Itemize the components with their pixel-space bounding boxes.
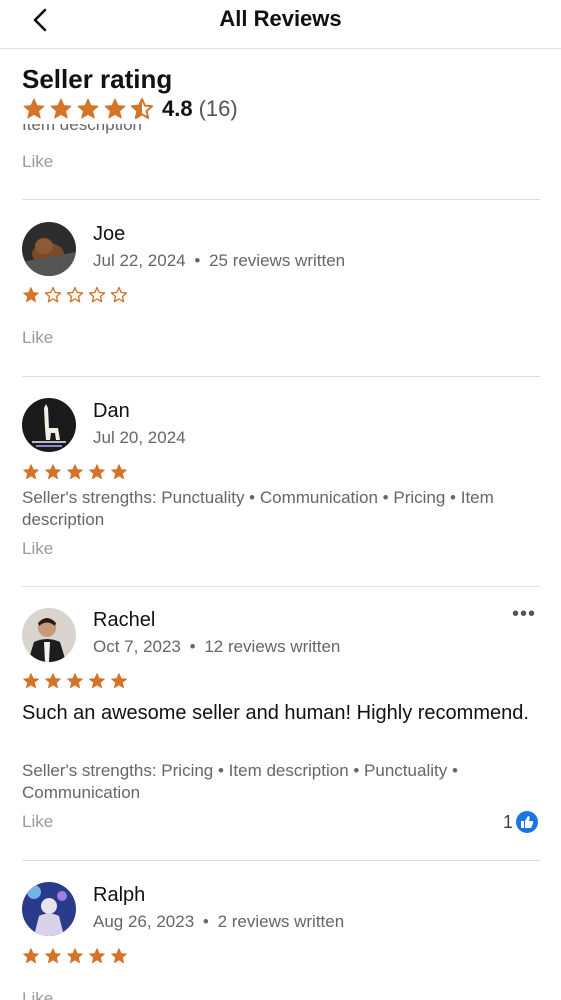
like-button[interactable]: Like: [22, 539, 53, 559]
divider: [22, 199, 540, 200]
seller-rating-stars: [22, 97, 154, 121]
review-date: Jul 20, 2024: [93, 428, 186, 447]
star-filled-icon: [88, 672, 106, 690]
star-filled-icon: [88, 947, 106, 965]
star-filled-icon: [110, 947, 128, 965]
review-stars: [22, 463, 128, 481]
reviewer-name[interactable]: Dan: [93, 400, 130, 423]
reviewer-name[interactable]: Rachel: [93, 609, 155, 632]
star-empty-icon: [88, 286, 106, 304]
divider: [22, 586, 540, 587]
review-comment: Such an awesome seller and human! Highly…: [22, 702, 529, 724]
star-filled-icon: [49, 97, 73, 121]
divider: [22, 860, 540, 861]
review-stars: [22, 672, 128, 690]
like-count[interactable]: 1: [503, 811, 539, 833]
star-filled-icon: [22, 286, 40, 304]
star-filled-icon: [66, 947, 84, 965]
avatar[interactable]: [22, 222, 76, 276]
avatar[interactable]: [22, 608, 76, 662]
star-filled-icon: [66, 672, 84, 690]
review-meta: Jul 20, 2024: [93, 428, 186, 448]
reviews-written: 12 reviews written: [204, 637, 341, 656]
star-filled-icon: [103, 97, 127, 121]
star-filled-icon: [44, 672, 62, 690]
page-title: All Reviews: [219, 6, 342, 31]
star-empty-icon: [66, 286, 84, 304]
star-empty-icon: [110, 286, 128, 304]
top-bar: All Reviews: [0, 0, 561, 49]
like-button[interactable]: Like: [22, 328, 53, 348]
seller-rating-count: (16): [198, 96, 238, 121]
review-stars: [22, 286, 128, 304]
like-count-value: 1: [503, 811, 514, 832]
review-date: Oct 7, 2023: [93, 637, 181, 656]
review-meta: Jul 22, 2024 • 25 reviews written: [93, 251, 345, 271]
seller-rating-row: 4.8 (16): [22, 96, 542, 122]
star-filled-icon: [66, 463, 84, 481]
review-stars: [22, 947, 128, 965]
separator-dot: •: [202, 912, 209, 931]
thumbs-up-icon: [516, 811, 539, 833]
review-strengths-partial: Item description: [22, 124, 142, 134]
review-date: Jul 22, 2024: [93, 251, 186, 270]
avatar[interactable]: [22, 882, 76, 936]
star-filled-icon: [22, 947, 40, 965]
star-half-icon: [130, 97, 154, 121]
seller-rating-title: Seller rating: [22, 64, 173, 94]
avatar[interactable]: [22, 398, 76, 452]
more-options-icon[interactable]: •••: [512, 603, 536, 626]
like-button[interactable]: Like: [22, 812, 53, 832]
star-filled-icon: [44, 463, 62, 481]
separator-dot: •: [194, 251, 201, 270]
seller-rating-summary: Seller rating 4.8 (16): [22, 62, 542, 122]
star-filled-icon: [110, 672, 128, 690]
star-filled-icon: [110, 463, 128, 481]
star-filled-icon: [44, 947, 62, 965]
divider: [22, 376, 540, 377]
star-filled-icon: [22, 463, 40, 481]
star-filled-icon: [76, 97, 100, 121]
review-strengths: Seller's strengths: Pricing • Item descr…: [22, 761, 458, 802]
seller-rating-value: 4.8: [162, 96, 193, 121]
separator-dot: •: [189, 637, 196, 656]
like-button[interactable]: Like: [22, 152, 53, 172]
review-date: Aug 26, 2023: [93, 912, 195, 931]
review-strengths: Seller's strengths: Punctuality • Commun…: [22, 488, 494, 529]
review-meta: Aug 26, 2023 • 2 reviews written: [93, 912, 344, 932]
star-filled-icon: [22, 97, 46, 121]
reviewer-name[interactable]: Joe: [93, 223, 125, 246]
reviewer-name[interactable]: Ralph: [93, 884, 145, 907]
like-button[interactable]: Like: [22, 989, 53, 1000]
reviews-written: 25 reviews written: [209, 251, 346, 270]
star-filled-icon: [88, 463, 106, 481]
review-list[interactable]: Item description Like Joe Jul 22, 2024 •…: [0, 124, 561, 1000]
star-filled-icon: [22, 672, 40, 690]
star-empty-icon: [44, 286, 62, 304]
review-meta: Oct 7, 2023 • 12 reviews written: [93, 637, 340, 657]
reviews-written: 2 reviews written: [217, 912, 345, 931]
